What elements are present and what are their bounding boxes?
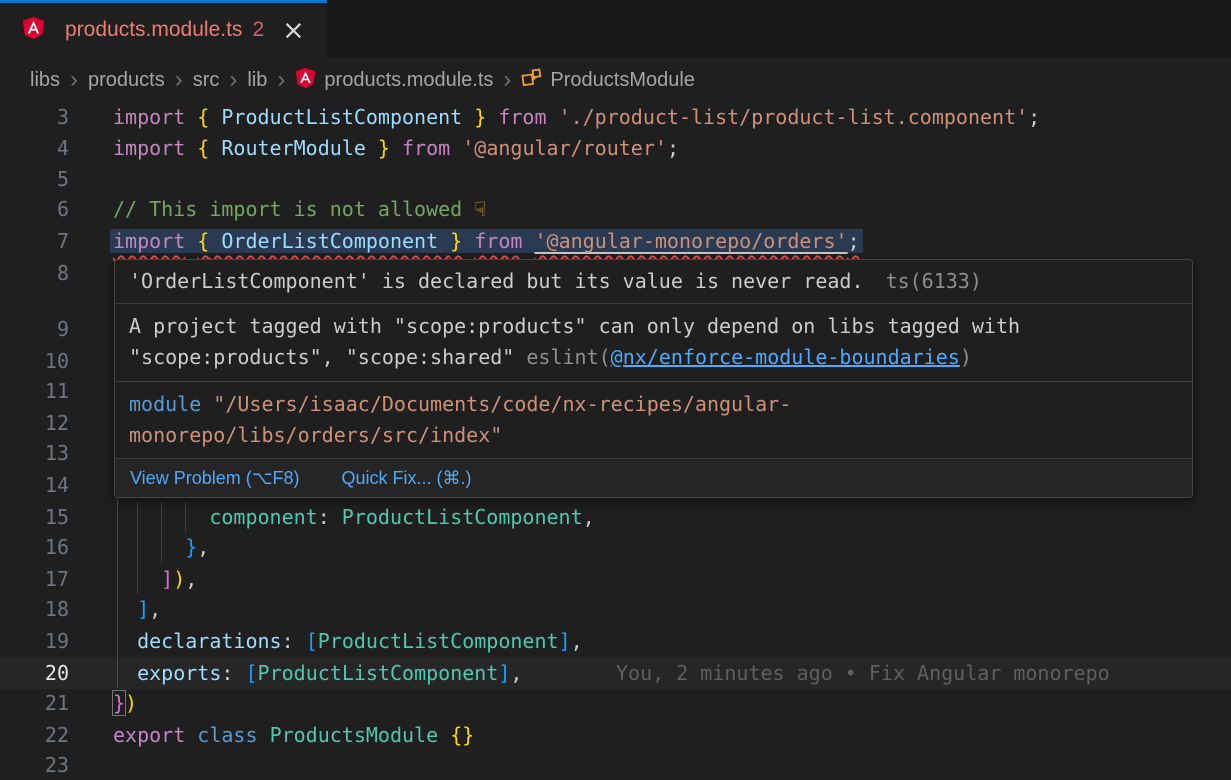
module-info-row: module "/Users/isaac/Documents/code/nx-r…: [115, 382, 1192, 459]
module-path-line2: monorepo/libs/orders/src/index": [129, 420, 1178, 451]
line-number-21: 21: [0, 688, 69, 719]
code-line-19[interactable]: declarations: [ProductListComponent],: [113, 626, 583, 657]
line-number-23: 23: [0, 750, 69, 780]
code-line-20[interactable]: exports: [ProductListComponent],: [113, 658, 522, 689]
ts-diagnostic-row: 'OrderListComponent' is declared but its…: [115, 260, 1192, 304]
code-line-15[interactable]: component: ProductListComponent,: [113, 502, 595, 533]
breadcrumb-libs[interactable]: libs: [30, 69, 60, 92]
chevron-right-icon: ›: [175, 68, 183, 92]
line-number-12: 12: [0, 408, 69, 439]
line-number-3: 3: [0, 102, 69, 133]
hover-status-bar: View Problem (⌥F8) Quick Fix... (⌘.): [115, 459, 1192, 497]
line-number-5: 5: [0, 164, 69, 195]
code-line-18[interactable]: ],: [113, 594, 161, 625]
eslint-rule-link[interactable]: @nx/enforce-module-boundaries: [611, 345, 960, 369]
tab-products-module[interactable]: products.module.ts 2 ×: [0, 0, 327, 57]
code-line-16[interactable]: },: [113, 532, 209, 563]
eslint-source-suffix: ): [960, 345, 972, 369]
line-number-11: 11: [0, 376, 69, 407]
quick-fix-action[interactable]: Quick Fix... (⌘.): [341, 463, 471, 494]
line-number-17: 17: [0, 564, 69, 595]
code-line-21[interactable]: }): [113, 688, 137, 719]
ts-diagnostic-message: 'OrderListComponent' is declared but its…: [129, 269, 864, 293]
symbol-class-icon: [521, 67, 542, 94]
breadcrumb-src[interactable]: src: [193, 69, 220, 92]
code-line-6[interactable]: // This import is not allowed ☟: [113, 194, 486, 225]
line-number-9: 9: [0, 314, 69, 345]
chevron-right-icon: ›: [277, 68, 285, 92]
eslint-diagnostic-row: A project tagged with "scope:products" c…: [115, 304, 1192, 382]
line-number-20: 20: [0, 658, 69, 689]
code-line-4[interactable]: import { RouterModule } from '@angular/r…: [113, 133, 679, 164]
code-line-7[interactable]: import { OrderListComponent } from '@ang…: [113, 226, 863, 257]
close-icon[interactable]: ×: [282, 17, 305, 44]
breadcrumb-file[interactable]: products.module.ts: [324, 69, 493, 92]
breadcrumb-lib[interactable]: lib: [247, 69, 267, 92]
eslint-source-prefix: eslint(: [526, 345, 610, 369]
eslint-message-line2: "scope:products", "scope:shared" eslint(…: [129, 342, 1178, 373]
line-number-19: 19: [0, 626, 69, 657]
code-line-22[interactable]: export class ProductsModule {}: [113, 720, 474, 751]
diagnostic-hover-popup: 'OrderListComponent' is declared but its…: [114, 259, 1193, 498]
eslint-message-line1: A project tagged with "scope:products" c…: [129, 311, 1178, 342]
line-number-15: 15: [0, 502, 69, 533]
line-number-4: 4: [0, 133, 69, 164]
line-number-13: 13: [0, 438, 69, 469]
module-path-line1: module "/Users/isaac/Documents/code/nx-r…: [129, 389, 1178, 420]
git-blame-annotation: You, 2 minutes ago • Fix Angular monorep…: [616, 658, 1110, 689]
chevron-right-icon: ›: [503, 68, 511, 92]
line-number-22: 22: [0, 720, 69, 751]
code-line-17[interactable]: ]),: [113, 564, 197, 595]
breadcrumb-symbol[interactable]: ProductsModule: [550, 69, 695, 92]
ts-diagnostic-code: ts(6133): [886, 269, 982, 293]
vscode-window: products.module.ts 2 × libs › products ›…: [0, 0, 1231, 780]
line-number-14: 14: [0, 470, 69, 501]
angular-file-icon: [22, 16, 45, 44]
chevron-right-icon: ›: [70, 68, 78, 92]
line-number-8: 8: [0, 258, 69, 289]
tab-bar: products.module.ts 2 ×: [0, 0, 1231, 57]
angular-file-icon: [295, 67, 316, 94]
line-number-10: 10: [0, 346, 69, 377]
line-number-16: 16: [0, 532, 69, 563]
line-number-6: 6: [0, 194, 69, 225]
tab-error-count-badge: 2: [252, 18, 264, 42]
breadcrumb: libs › products › src › lib › products.m…: [0, 57, 1231, 103]
breadcrumb-products[interactable]: products: [88, 69, 165, 92]
module-keyword: module: [129, 392, 201, 416]
tab-filename: products.module.ts: [65, 18, 242, 42]
chevron-right-icon: ›: [229, 68, 237, 92]
code-line-3[interactable]: import { ProductListComponent } from './…: [113, 102, 1040, 133]
line-number-7: 7: [0, 226, 69, 257]
view-problem-action[interactable]: View Problem (⌥F8): [130, 463, 299, 494]
line-number-18: 18: [0, 594, 69, 625]
